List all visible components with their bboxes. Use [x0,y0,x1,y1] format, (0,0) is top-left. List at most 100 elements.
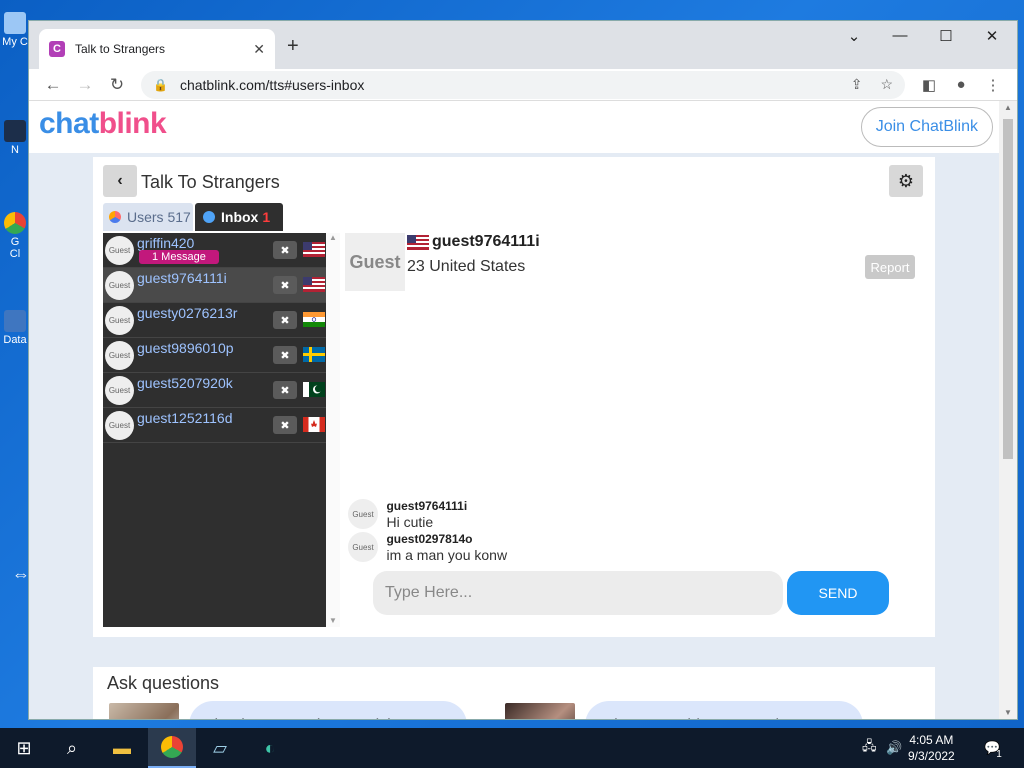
message-input[interactable] [373,571,783,615]
desktop-icon-label: My C [2,36,28,48]
back-arrow-icon[interactable]: ← [37,75,69,95]
logo-text-chat: chat [39,107,99,140]
windows-start-icon[interactable]: ⊞ [0,728,48,768]
user-name: guest9764111i [137,270,227,286]
tab-inbox[interactable]: Inbox 1 [195,203,283,231]
remove-user-button[interactable]: ✖ [273,241,297,259]
maximize-button[interactable]: ☐ [923,27,969,45]
list-item[interactable]: Guest griffin420 1 Message ✖ [103,233,326,268]
page-scrollbar[interactable]: ▲ ▼ [999,101,1017,719]
list-item[interactable]: Guest guesty0276213r ✖ [103,303,326,338]
database-icon [4,310,26,332]
tab-users[interactable]: Users 517 [103,203,193,231]
user-list-scrollbar[interactable]: ▲ ▼ [326,233,340,627]
question-bubble[interactable]: what language do you wish you [189,701,467,719]
message-text: im a man you konw [386,547,508,563]
users-icon [109,211,121,223]
message-sender: guest0297814o [386,532,473,546]
avatar: Guest [105,341,134,370]
list-item[interactable]: Guest guest9764111i ✖ [103,268,326,303]
desktop-icon-label: Data [3,334,27,346]
send-button[interactable]: SEND [787,571,889,615]
edge-browser-icon[interactable]: ◐ [246,728,294,768]
search-icon[interactable]: ⌕ [48,728,96,768]
chatblink-logo[interactable]: chatblink [39,107,167,141]
desktop-icon-label: N [11,144,19,156]
chatblink-favicon-icon: C [49,41,65,57]
avatar: Guest [105,306,134,335]
user-name: guesty0276213r [137,305,238,321]
desktop-icon-network[interactable]: N [2,120,28,156]
chrome-taskbar-icon[interactable] [148,728,196,768]
clock-time: 4:05 AM [909,733,954,747]
avatar: Guest [105,376,134,405]
us-flag-icon [303,277,325,292]
notes-app-icon[interactable]: ▱ [196,728,244,768]
site-header: chatblink Join ChatBlink [29,101,999,153]
desktop-icon-my-computer[interactable]: My C [2,12,28,48]
desktop-icon-chrome[interactable]: G Cl [2,212,28,260]
chevron-left-icon: ‹ [117,172,123,189]
browser-tab[interactable]: C Talk to Strangers ✕ [39,29,275,69]
url-bar[interactable]: 🔒 chatblink.com/tts#users-inbox ⇪ ☆ [141,70,905,99]
avatar: Guest [348,532,378,562]
forward-arrow-icon[interactable]: → [69,75,101,95]
taskbar-clock[interactable]: 4:05 AM 9/3/2022 [908,732,955,764]
menu-kebab-icon[interactable]: ⋮ [977,76,1009,94]
profile-icon[interactable]: ● [945,76,977,93]
address-bar-row: ← → ↻ 🔒 chatblink.com/tts#users-inbox ⇪ … [29,69,1017,101]
scroll-down-arrow-icon[interactable]: ▼ [326,616,340,625]
report-button[interactable]: Report [865,255,915,279]
india-flag-icon [303,312,325,327]
reload-icon[interactable]: ↻ [101,75,133,95]
file-explorer-icon[interactable]: ▬ [98,728,146,768]
remove-user-button[interactable]: ✖ [273,381,297,399]
inbox-user-list: Guest griffin420 1 Message ✖ Guest guest… [103,233,326,627]
ask-questions-section: Ask questions what language do you wish … [93,667,935,719]
list-item[interactable]: Guest guest9896010p ✖ [103,338,326,373]
clock-date: 9/3/2022 [908,749,955,763]
inbox-chat-icon [203,211,215,223]
remove-user-button[interactable]: ✖ [273,276,297,294]
avatar: Guest [348,499,378,529]
minimize-button[interactable]: — [877,27,923,44]
avatar: Guest [105,271,134,300]
volume-tray-icon[interactable]: 🔊 [886,728,902,768]
remove-user-button[interactable]: ✖ [273,346,297,364]
chrome-icon [4,212,26,234]
list-item[interactable]: Guest guest5207920k ✖ [103,373,326,408]
back-button[interactable]: ‹ [103,165,137,197]
share-icon[interactable]: ⇪ [851,76,863,93]
close-tab-icon[interactable]: ✕ [253,41,265,58]
new-tab-button[interactable]: + [287,35,299,58]
browser-window: C Talk to Strangers ✕ + ⌄ — ☐ ✕ ← → ↻ 🔒 … [28,20,1018,720]
scroll-up-arrow-icon[interactable]: ▲ [999,103,1017,112]
notification-center-icon[interactable]: 💬 1 [984,728,1002,768]
chat-message: Guest guest0297814o im a man you konw [348,532,507,563]
sweden-flag-icon [303,347,325,362]
scroll-up-arrow-icon[interactable]: ▲ [326,233,340,242]
remove-user-button[interactable]: ✖ [273,311,297,329]
scrollbar-thumb[interactable] [1003,119,1013,459]
question-bubble[interactable]: What's one thing no one knows [585,701,863,719]
bookmark-star-icon[interactable]: ☆ [880,76,893,93]
join-chatblink-button[interactable]: Join ChatBlink [860,107,993,147]
desktop-icon-label: Cl [9,248,21,260]
question-author-photo[interactable] [505,703,575,719]
list-item[interactable]: Guest guest1252116d ✖ [103,408,326,443]
remove-user-button[interactable]: ✖ [273,416,297,434]
chat-partner-avatar: Guest [345,233,405,291]
tab-title: Talk to Strangers [75,42,166,56]
close-window-button[interactable]: ✕ [969,27,1015,45]
scroll-down-arrow-icon[interactable]: ▼ [999,708,1017,717]
network-tray-icon[interactable]: 🖧 [862,728,877,768]
tab-users-label: Users 517 [127,209,191,225]
desktop-icon-data[interactable]: Data [2,310,28,346]
lock-icon[interactable]: 🔒 [153,78,168,92]
question-author-photo[interactable] [109,703,179,719]
side-panel-icon[interactable]: ◧ [913,76,945,94]
tab-search-icon[interactable]: ⌄ [831,27,877,45]
avatar: Guest [105,236,134,265]
user-name: griffin420 [137,235,195,251]
settings-button[interactable]: ⚙ [889,165,923,197]
